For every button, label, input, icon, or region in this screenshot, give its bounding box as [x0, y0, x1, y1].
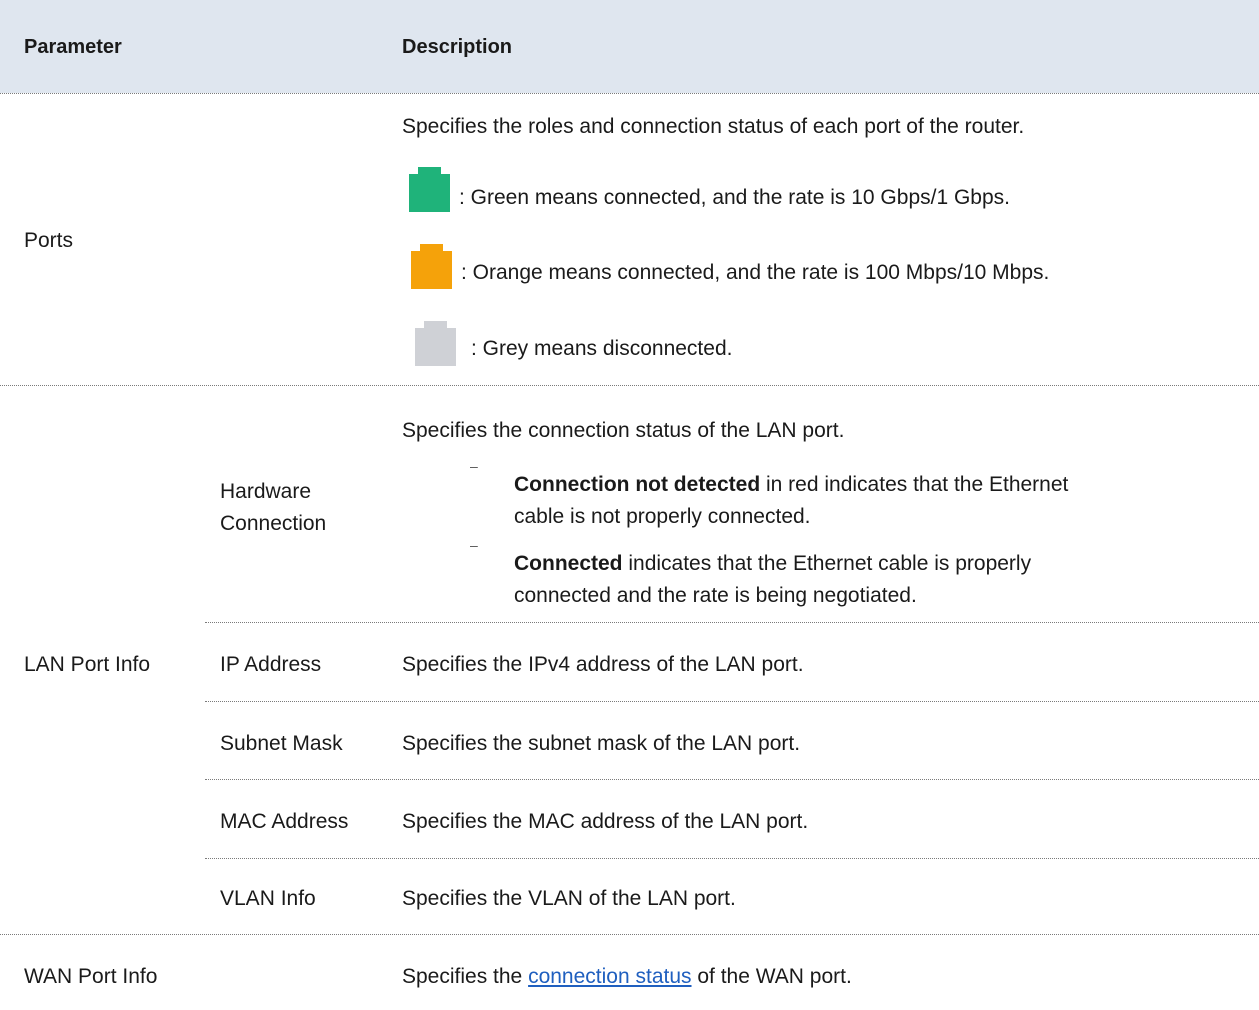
- mac-address-description: Specifies the MAC address of the LAN por…: [402, 810, 809, 833]
- parameter-header: Parameter: [24, 36, 122, 58]
- ip-address-description: Specifies the IPv4 address of the LAN po…: [402, 653, 804, 676]
- table-header: [0, 0, 1259, 93]
- connection-status-link[interactable]: connection status: [528, 965, 691, 988]
- grey-legend-text: : Grey means disconnected.: [471, 337, 733, 360]
- bullet-marker: –: [470, 537, 478, 553]
- vlan-info-label: VLAN Info: [220, 887, 316, 910]
- orange-legend-text: : Orange means connected, and the rate i…: [461, 261, 1050, 284]
- bullet-connected: Connected indicates that the Ethernet ca…: [514, 552, 1032, 575]
- mac-address-label: MAC Address: [220, 810, 349, 833]
- bullet-connected-line2: connected and the rate is being negotiat…: [514, 584, 917, 607]
- ports-divider: [0, 385, 1259, 386]
- ports-label: Ports: [24, 229, 74, 252]
- ports-description: Specifies the roles and connection statu…: [402, 115, 1025, 138]
- header-divider: [0, 93, 1259, 94]
- hardware-connection-label-line2: Connection: [220, 512, 327, 535]
- lan-port-info-label: LAN Port Info: [24, 653, 151, 676]
- bullet-marker: –: [470, 458, 478, 474]
- green-legend-text: : Green means connected, and the rate is…: [459, 186, 1010, 209]
- bullet-connection-not-detected-line2: cable is not properly connected.: [514, 505, 811, 528]
- orange-port-icon: [406, 241, 457, 292]
- subrow-divider: [205, 701, 1259, 702]
- subnet-mask-description: Specifies the subnet mask of the LAN por…: [402, 732, 801, 755]
- ip-address-label: IP Address: [220, 653, 322, 676]
- subrow-divider: [205, 622, 1259, 623]
- bullet-connection-not-detected: Connection not detected in red indicates…: [514, 473, 1069, 496]
- hardware-connection-description: Specifies the connection status of the L…: [402, 419, 845, 442]
- lan-divider: [0, 934, 1259, 935]
- subnet-mask-label: Subnet Mask: [220, 732, 343, 755]
- subrow-divider: [205, 779, 1259, 780]
- green-port-icon: [404, 164, 455, 215]
- wan-port-info-label: WAN Port Info: [24, 965, 158, 988]
- description-header: Description: [402, 36, 513, 58]
- vlan-info-description: Specifies the VLAN of the LAN port.: [402, 887, 736, 910]
- subrow-divider: [205, 858, 1259, 859]
- wan-port-info-description: Specifies the connection status of the W…: [402, 965, 852, 988]
- hardware-connection-label-line1: Hardware: [220, 480, 312, 503]
- grey-port-icon: [410, 318, 461, 369]
